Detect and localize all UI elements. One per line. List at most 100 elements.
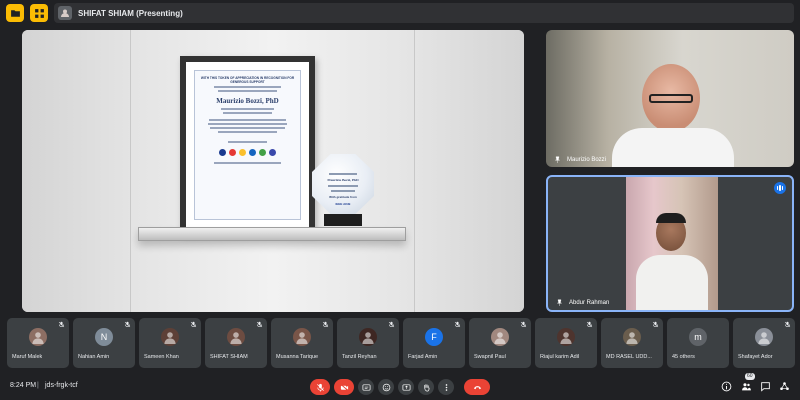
participant-avatar [227, 328, 245, 346]
leave-call-button[interactable] [464, 379, 490, 395]
person-icon [626, 332, 638, 344]
shirt-shape [636, 255, 708, 310]
activities-icon[interactable] [779, 381, 790, 392]
participant-strip-tile[interactable]: Sameen Khan [139, 318, 201, 368]
shared-screen[interactable]: WITH THIS TOKEN OF APPRECIATION IN RECOG… [22, 30, 524, 312]
participant-name: Shafayet Ador [738, 354, 773, 360]
certificate-line [213, 162, 282, 164]
participant-strip-tile[interactable]: Swapnil Paul [469, 318, 531, 368]
glass-shelf [138, 227, 406, 241]
avatar-initial: F [431, 332, 437, 342]
participant-strip-tile[interactable]: F Farjad Amin [403, 318, 465, 368]
pin-icon[interactable] [554, 156, 561, 163]
glasses-shape [649, 94, 693, 103]
person-icon [164, 332, 176, 344]
trophy-line [331, 190, 355, 192]
participant-name: Musanna Tarique [276, 354, 319, 360]
people-icon[interactable] [741, 381, 752, 392]
logo-icon [229, 149, 236, 157]
separator: | [37, 382, 39, 389]
present-screen-icon [402, 383, 410, 391]
participant-strip-tile[interactable]: N Nahian Amin [73, 318, 135, 368]
pin-icon[interactable] [556, 299, 563, 306]
participant-strip-tile[interactable]: Shafayet Ador [733, 318, 795, 368]
participant-strip-tile[interactable]: Tanzil Reyhan [337, 318, 399, 368]
more-vert-icon [445, 383, 447, 391]
certificate-logos [199, 149, 296, 157]
certificate: WITH THIS TOKEN OF APPRECIATION IN RECOG… [194, 70, 301, 220]
certificate-line [223, 112, 272, 115]
participant-strip-tile[interactable]: m 45 others [667, 318, 729, 368]
trophy-name: Maurizio Bozzi, PhD [327, 178, 359, 182]
certificate-line [220, 108, 275, 111]
trophy-footer: With gratitude from [329, 195, 357, 199]
presenting-label: SHIFAT SHIAM (Presenting) [78, 8, 183, 18]
participant-strip-tile[interactable]: Riajul karim Adil [535, 318, 597, 368]
camera-button[interactable] [334, 379, 354, 395]
app-button[interactable] [30, 4, 48, 22]
participant-avatar [161, 328, 179, 346]
mic-off-icon [256, 321, 263, 328]
participant-name: Maruf Malek [12, 354, 43, 360]
mic-off-icon [58, 321, 65, 328]
certificate-signature [228, 141, 267, 144]
avatar-initial: N [100, 332, 108, 342]
certificate-line [207, 123, 288, 126]
participant-strip-tile[interactable]: SHIFAT SHIAM [205, 318, 267, 368]
mic-off-icon [316, 383, 324, 392]
participant-count-badge: 60 [745, 373, 755, 380]
certificate-line [213, 86, 282, 89]
participant-avatar [29, 328, 47, 346]
mic-off-icon [190, 321, 197, 328]
trophy-text: Maurizio Bozzi, PhD With gratitude from … [326, 170, 360, 209]
chat-icon[interactable] [760, 381, 771, 392]
more-options-button[interactable] [438, 379, 454, 395]
participant-avatar [623, 328, 641, 346]
logo-icon [259, 149, 266, 157]
shirt-shape [612, 128, 734, 167]
participant-tile[interactable]: Maurizio Bozzi [546, 30, 794, 167]
logo-icon [249, 149, 256, 157]
bottom-bar: 8:24 PM | jds-frgk-tcf [0, 374, 800, 400]
participant-tile-active[interactable]: Abdur Rahman [546, 175, 794, 312]
grid-icon [34, 8, 44, 18]
participant-name: Tanzil Reyhan [342, 354, 377, 360]
participant-strip-tile[interactable]: Musanna Tarique [271, 318, 333, 368]
trophy-line [327, 185, 359, 187]
person-icon [362, 332, 374, 344]
captions-icon [362, 383, 370, 391]
logo-icon [239, 149, 246, 157]
hair-shape [656, 213, 686, 223]
mic-off-icon [784, 321, 791, 328]
mic-off-icon [124, 321, 131, 328]
raise-hand-button[interactable] [418, 379, 434, 395]
certificate-name: Maurizio Bozzi, PhD [216, 97, 279, 106]
participant-avatar [359, 328, 377, 346]
trophy-base [324, 214, 362, 226]
present-button[interactable] [398, 379, 414, 395]
person-icon [560, 332, 572, 344]
info-icon[interactable] [721, 381, 732, 392]
reactions-button[interactable] [378, 379, 394, 395]
captions-button[interactable] [358, 379, 374, 395]
mic-off-icon [520, 321, 527, 328]
participant-name: Maurizio Bozzi [567, 156, 607, 163]
person-icon [494, 332, 506, 344]
activities-button[interactable] [6, 4, 24, 22]
person-icon [32, 332, 44, 344]
certificate-mat: WITH THIS TOKEN OF APPRECIATION IN RECOG… [186, 62, 309, 228]
participant-strip-tile[interactable]: MD RASEL UDD... [601, 318, 663, 368]
microphone-button[interactable] [310, 379, 330, 395]
crystal-trophy: Maurizio Bozzi, PhD With gratitude from … [312, 154, 374, 226]
call-end-icon [473, 385, 481, 389]
participant-strip-tile[interactable]: Maruf Malek [7, 318, 69, 368]
participant-avatar: N [95, 328, 113, 346]
participant-name: Swapnil Paul [474, 354, 506, 360]
presenting-chip[interactable]: SHIFAT SHIAM (Presenting) [54, 3, 794, 23]
tile-name-bar: Maurizio Bozzi [554, 156, 606, 163]
logo-icon [219, 149, 226, 157]
participant-avatar [293, 328, 311, 346]
certificate-frame: WITH THIS TOKEN OF APPRECIATION IN RECOG… [180, 56, 315, 234]
meeting-code: jds-frgk-tcf [45, 382, 78, 389]
wall-panel-edge [130, 30, 131, 312]
